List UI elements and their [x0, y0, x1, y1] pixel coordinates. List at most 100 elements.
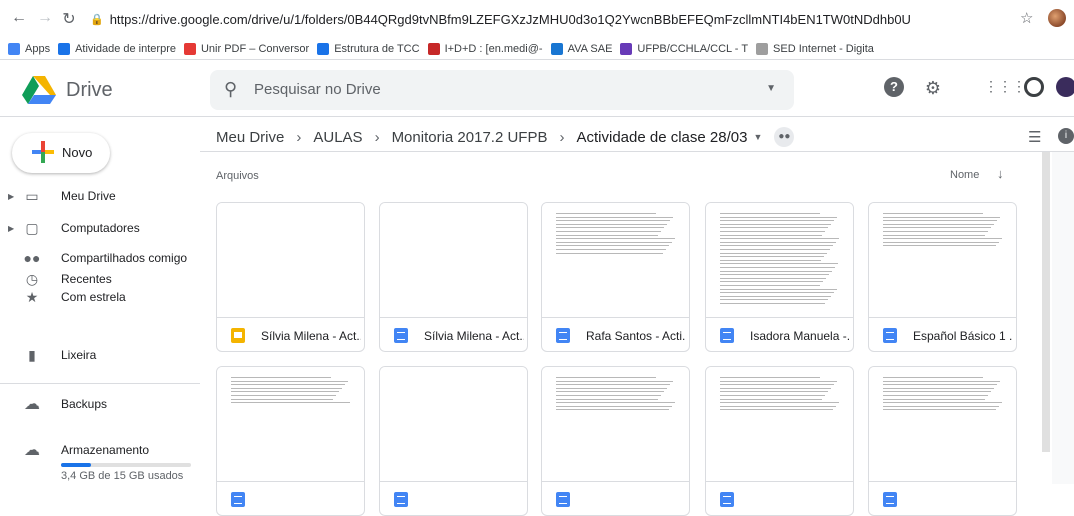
bookmark-item[interactable]: I+D+D : [en.medi@- [427, 42, 543, 55]
thumbnail-text-line [556, 234, 658, 236]
thumbnail-text-line [720, 270, 832, 272]
thumbnail-text-line [720, 277, 826, 279]
bookmark-item[interactable]: UFPB/CCHLA/CCL - T [620, 42, 748, 55]
breadcrumb-item[interactable]: Monitoria 2017.2 UFPB [392, 129, 548, 146]
thumbnail-text-line [883, 227, 991, 229]
file-card[interactable] [379, 366, 528, 516]
sidebar-item-computadores[interactable]: ▶ ▢ Computadores [0, 213, 200, 243]
bookmark-item[interactable]: Atividade de interpre [58, 42, 176, 55]
thumbnail-text-line [720, 409, 833, 411]
details-info-icon[interactable]: i [1058, 128, 1074, 144]
google-docs-icon [720, 492, 734, 507]
file-card[interactable]: Rafa Santos - Acti... [541, 202, 690, 352]
shared-folder-icon[interactable]: ●● [774, 127, 795, 147]
bookmark-label: I+D+D : [en.medi@- [444, 42, 543, 55]
sidebar-item-backups[interactable]: ☁ Backups [0, 389, 200, 419]
account-avatar[interactable] [1056, 77, 1074, 97]
file-card[interactable] [868, 366, 1017, 516]
thumbnail-text-line [556, 216, 673, 218]
breadcrumb-current-folder[interactable]: Actividade de clase 28/03 [576, 129, 747, 146]
thumbnail-text-line [883, 395, 988, 396]
thumbnail-text-line [720, 234, 822, 236]
bookmark-item[interactable]: Apps [8, 42, 50, 55]
sidebar-item-com-estrela[interactable]: ★ Com estrela [0, 282, 200, 312]
breadcrumb-item[interactable]: AULAS [313, 129, 362, 146]
thumbnail-text-line [720, 292, 834, 294]
header-divider [200, 151, 1074, 152]
file-card[interactable]: Sílvia Milena - Act... [379, 202, 528, 352]
sidebar-item-lixeira[interactable]: ▮ Lixeira [0, 340, 200, 370]
scrollbar-thumb[interactable] [1042, 152, 1050, 452]
thumbnail-text-line [883, 245, 996, 247]
bookmark-item[interactable]: Unir PDF – Conversor [183, 42, 309, 55]
breadcrumb: Meu Drive › AULAS › Monitoria 2017.2 UFP… [216, 124, 795, 150]
profile-avatar[interactable] [1048, 9, 1066, 27]
thumbnail-text-line [556, 380, 673, 382]
settings-gear-icon[interactable]: ⚙ [922, 78, 944, 99]
thumbnail-text-line [720, 281, 823, 283]
file-card-footer [542, 481, 689, 515]
search-options-icon[interactable]: ▼ [766, 83, 776, 94]
google-docs-icon [883, 328, 897, 343]
apps-grid-icon[interactable]: ⋮⋮⋮ [984, 78, 1026, 95]
new-button[interactable]: Novo [12, 133, 110, 173]
notifications-icon[interactable] [1024, 77, 1044, 97]
drive-logo-icon[interactable] [22, 76, 56, 104]
search-input[interactable]: Pesquisar no Drive [254, 81, 381, 98]
thumbnail-text-line [720, 402, 839, 404]
file-card[interactable]: Sílvia Milena - Act... [216, 202, 365, 352]
folder-menu-dropdown-icon[interactable]: ▼ [753, 132, 762, 142]
thumbnail-text-line [720, 213, 820, 214]
computer-icon: ▢ [25, 219, 39, 236]
thumbnail-text-line [556, 402, 675, 404]
drive-icon: ▭ [25, 187, 39, 204]
bookmark-favicon-icon [427, 42, 440, 55]
file-card-footer [706, 481, 853, 515]
sort-by-name[interactable]: Nome [950, 169, 979, 181]
expand-arrow-icon[interactable]: ▶ [8, 192, 14, 201]
bookmark-favicon-icon [183, 42, 196, 55]
sort-direction-arrow-icon[interactable]: ↓ [997, 166, 1004, 181]
expand-arrow-icon[interactable]: ▶ [8, 224, 14, 233]
file-thumbnail [542, 367, 689, 481]
file-thumbnail [380, 203, 527, 317]
file-card-footer [380, 481, 527, 515]
thumbnail-text-line [556, 249, 666, 250]
list-view-icon[interactable]: ☰ [1028, 128, 1041, 146]
bookmark-item[interactable]: Estrutura de TCC [317, 42, 420, 55]
forward-icon[interactable]: → [36, 9, 54, 27]
google-docs-icon [720, 328, 734, 343]
bookmark-item[interactable]: SED Internet - Digita [756, 42, 874, 55]
help-icon[interactable]: ? [884, 77, 904, 97]
bookmark-star-icon[interactable]: ☆ [1020, 9, 1033, 27]
file-card[interactable]: Español Básico 1 ... [868, 202, 1017, 352]
bookmarks-bar: Apps Atividade de interpre Unir PDF – Conv… [0, 38, 1074, 60]
google-docs-icon [394, 328, 408, 343]
reload-icon[interactable]: ↻ [60, 9, 78, 29]
drive-brand[interactable]: Drive [66, 79, 113, 102]
thumbnail-text-line [556, 387, 667, 389]
search-icon[interactable]: ⚲ [224, 79, 237, 100]
sidebar-item-armazenamento[interactable]: ☁ Armazenamento [0, 435, 200, 465]
back-icon[interactable]: ← [10, 9, 28, 27]
thumbnail-text-line [883, 220, 997, 222]
file-card[interactable] [705, 366, 854, 516]
thumbnail-text-line [556, 241, 672, 243]
thumbnail-text-line [556, 220, 670, 222]
file-card[interactable] [541, 366, 690, 516]
file-card[interactable]: Isadora Manuela -... [705, 202, 854, 352]
search-box[interactable]: ⚲ Pesquisar no Drive ▼ [210, 70, 794, 110]
thumbnail-text-line [720, 384, 834, 386]
cloud-icon: ☁ [24, 396, 40, 413]
breadcrumb-item[interactable]: Meu Drive [216, 129, 284, 146]
thumbnail-text-line [231, 384, 345, 386]
bookmark-item[interactable]: AVA SAE [550, 42, 612, 55]
sidebar-item-meu-drive[interactable]: ▶ ▭ Meu Drive [0, 181, 200, 211]
new-button-label: Novo [62, 145, 93, 160]
google-docs-icon [231, 492, 245, 507]
address-bar[interactable]: 🔒 https://drive.google.com/drive/u/1/fol… [90, 6, 970, 32]
file-card-footer: Rafa Santos - Acti... [542, 317, 689, 351]
thumbnail-text-line [720, 256, 824, 258]
scrollbar-track [1052, 152, 1074, 484]
file-card[interactable] [216, 366, 365, 516]
